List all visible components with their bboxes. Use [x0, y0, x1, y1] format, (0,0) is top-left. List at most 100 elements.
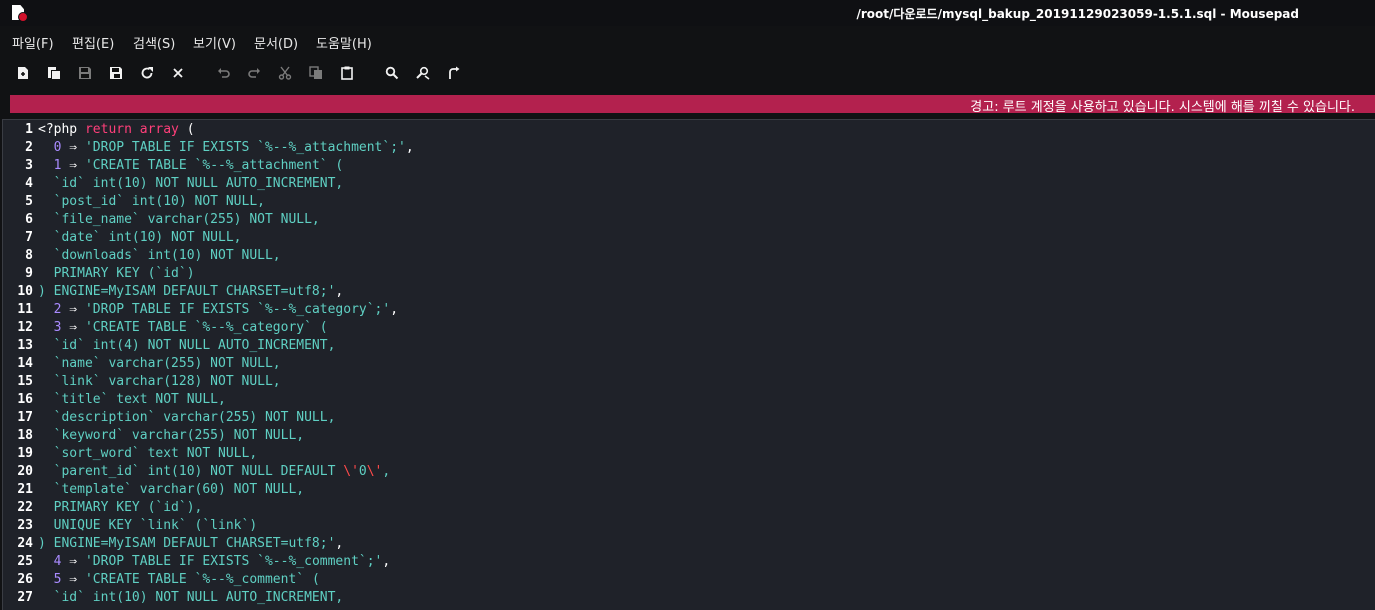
code-line[interactable]: 0 ⇒ 'DROP TABLE IF EXISTS `%--%_attachme… [38, 139, 414, 157]
menu-file[interactable]: 파일(F) [12, 33, 54, 52]
menu-help[interactable]: 도움말(H) [316, 33, 372, 52]
line-number: 26 [17, 572, 33, 587]
code-line[interactable]: 2 ⇒ 'DROP TABLE IF EXISTS `%--%_category… [38, 301, 398, 319]
code-token: , [382, 554, 391, 569]
line-number: 21 [17, 482, 33, 497]
code-line[interactable]: UNIQUE KEY `link` (`link`) [38, 517, 258, 535]
code-token: `file_name` varchar(255) NOT NULL, [38, 212, 320, 227]
code-token: ( [178, 122, 195, 137]
code-line[interactable]: <?php return array ( [38, 121, 195, 139]
code-line[interactable]: `id` int(4) NOT NULL AUTO_INCREMENT, [38, 337, 336, 355]
menu-view[interactable]: 보기(V) [193, 33, 236, 52]
code-line[interactable]: `parent_id` int(10) NOT NULL DEFAULT \'0… [38, 463, 391, 481]
save-icon[interactable] [75, 62, 95, 84]
code-token: 'CREATE TABLE `%--%_attachment` ( [84, 158, 344, 173]
code-token: `id` int(10) NOT NULL AUTO_INCREMENT, [38, 176, 344, 191]
paste-icon[interactable] [337, 62, 357, 84]
code-token: `sort_word` text NOT NULL, [38, 446, 258, 461]
line-number: 10 [17, 284, 33, 299]
code-token: , [390, 302, 399, 317]
code-line[interactable]: 3 ⇒ 'CREATE TABLE `%--%_category` ( [38, 319, 328, 337]
find-replace-icon[interactable] [413, 62, 433, 84]
line-number-gutter: 1 2 3 4 5 6 7 8 9 10 11 12 13 14 15 16 17 18 19 20 21 22 23 24 2… [3, 120, 38, 610]
line-number: 12 [17, 320, 33, 335]
code-line[interactable]: `sort_word` text NOT NULL, [38, 445, 258, 463]
code-line[interactable]: `date` int(10) NOT NULL, [38, 229, 242, 247]
new-document-icon[interactable] [13, 62, 33, 84]
line-number: 27 [17, 590, 33, 605]
redo-icon[interactable] [244, 62, 264, 84]
code-token: , [335, 536, 344, 551]
code-token: 0 [358, 464, 367, 479]
code-token: `description` varchar(255) NOT NULL, [38, 410, 336, 425]
find-icon[interactable] [382, 62, 402, 84]
code-line[interactable]: `file_name` varchar(255) NOT NULL, [38, 211, 320, 229]
code-token: 'DROP TABLE IF EXISTS `%--%_attachment`;… [84, 140, 406, 155]
code-line[interactable]: PRIMARY KEY (`id`) [38, 265, 195, 283]
new-window-icon[interactable] [44, 62, 64, 84]
text-editor[interactable]: 1 2 3 4 5 6 7 8 9 10 11 12 13 14 15 16 17 18 19 20 21 22 23 24 2… [2, 119, 1375, 610]
line-number: 13 [17, 338, 33, 353]
code-token: PRIMARY KEY (`id`), [38, 500, 203, 515]
code-token: ⇒ [61, 302, 85, 317]
root-warning-text: 경고: 루트 계정을 사용하고 있습니다. 시스템에 해를 끼칠 수 있습니다. [970, 100, 1355, 115]
reload-icon[interactable] [137, 62, 157, 84]
line-number: 23 [17, 518, 33, 533]
code-line[interactable]: ) ENGINE=MyISAM DEFAULT CHARSET=utf8;', [38, 283, 343, 301]
line-number: 1 [25, 122, 33, 137]
code-line[interactable]: 1 ⇒ 'CREATE TABLE `%--%_attachment` ( [38, 157, 344, 175]
code-line[interactable]: `description` varchar(255) NOT NULL, [38, 409, 336, 427]
title-bar: /root/다운로드/mysql_bakup_20191129023059-1.… [0, 0, 1375, 26]
copy-icon[interactable] [306, 62, 326, 84]
code-line[interactable]: `downloads` int(10) NOT NULL, [38, 247, 281, 265]
menu-edit[interactable]: 편집(E) [72, 33, 114, 52]
line-number: 19 [17, 446, 33, 461]
menu-document[interactable]: 문서(D) [254, 33, 298, 52]
line-number: 11 [17, 302, 33, 317]
code-line[interactable]: 4 ⇒ 'DROP TABLE IF EXISTS `%--%_comment`… [38, 553, 391, 571]
line-number: 24 [17, 536, 33, 551]
code-token: , [405, 140, 414, 155]
save-as-icon[interactable] [106, 62, 126, 84]
code-token: \' [366, 464, 383, 479]
code-line[interactable]: `keyword` varchar(255) NOT NULL, [38, 427, 304, 445]
line-number: 4 [25, 176, 33, 191]
code-line[interactable]: `post_id` int(10) NOT NULL, [38, 193, 265, 211]
code-token: 'DROP TABLE IF EXISTS `%--%_category`;' [84, 302, 391, 317]
code-token: 'DROP TABLE IF EXISTS `%--%_comment`;' [84, 554, 383, 569]
code-line[interactable]: PRIMARY KEY (`id`), [38, 499, 203, 517]
code-token: ⇒ [61, 158, 85, 173]
line-number: 15 [17, 374, 33, 389]
line-number: 7 [25, 230, 33, 245]
code-token: `post_id` int(10) NOT NULL, [38, 194, 265, 209]
code-token: `name` varchar(255) NOT NULL, [38, 356, 281, 371]
goto-line-icon[interactable] [444, 62, 464, 84]
root-warning-bar: 경고: 루트 계정을 사용하고 있습니다. 시스템에 해를 끼칠 수 있습니다. [10, 95, 1375, 115]
code-line[interactable]: `id` int(10) NOT NULL AUTO_INCREMENT, [38, 175, 344, 193]
line-number: 6 [25, 212, 33, 227]
code-token: <?php [38, 122, 85, 137]
code-line[interactable]: `name` varchar(255) NOT NULL, [38, 355, 281, 373]
menu-search[interactable]: 검색(S) [133, 33, 175, 52]
code-token: `template` varchar(60) NOT NULL, [38, 482, 305, 497]
close-icon[interactable] [168, 62, 188, 84]
line-number: 17 [17, 410, 33, 425]
code-line[interactable]: `title` text NOT NULL, [38, 391, 226, 409]
code-token: `link` varchar(128) NOT NULL, [38, 374, 281, 389]
line-number: 22 [17, 500, 33, 515]
code-token: `title` text NOT NULL, [38, 392, 226, 407]
undo-icon[interactable] [214, 62, 234, 84]
code-line[interactable]: `id` int(10) NOT NULL AUTO_INCREMENT, [38, 589, 344, 607]
code-line[interactable]: `template` varchar(60) NOT NULL, [38, 481, 304, 499]
code-token: UNIQUE KEY `link` (`link`) [38, 518, 258, 533]
code-line[interactable]: 5 ⇒ 'CREATE TABLE `%--%_comment` ( [38, 571, 320, 589]
code-token: `downloads` int(10) NOT NULL, [38, 248, 281, 263]
line-number: 5 [25, 194, 33, 209]
code-line[interactable]: ) ENGINE=MyISAM DEFAULT CHARSET=utf8;', [38, 535, 343, 553]
cut-icon[interactable] [275, 62, 295, 84]
code-line[interactable]: `link` varchar(128) NOT NULL, [38, 373, 281, 391]
code-token: 'CREATE TABLE `%--%_category` ( [84, 320, 328, 335]
